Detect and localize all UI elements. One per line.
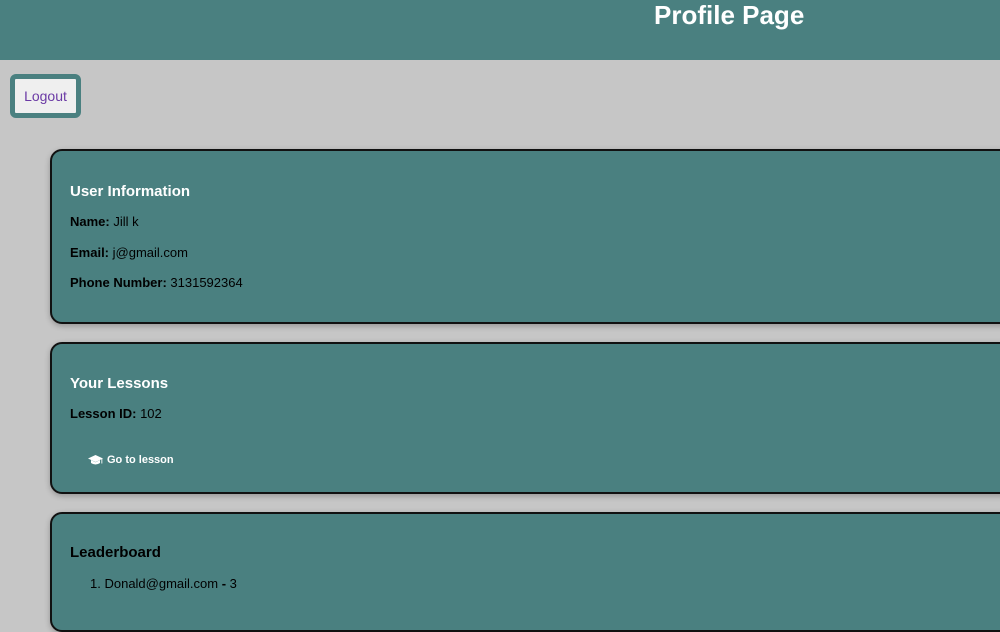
logout-label: Logout (24, 88, 67, 104)
lesson-id-value: 102 (136, 406, 162, 421)
email-label: Email: (70, 245, 110, 260)
lessons-title: Your Lessons (70, 375, 169, 392)
name-value: Jill k (109, 214, 139, 229)
leaderboard-title: Leaderboard (70, 544, 161, 561)
leaderboard-entry: 1. Donald@gmail.com - 3 (90, 576, 237, 591)
leaderboard-email: Donald@gmail.com (104, 576, 219, 591)
lessons-card: Your Lessons Lesson ID: 102 Go to lesson (50, 342, 1000, 494)
graduation-cap-icon (88, 454, 103, 466)
email-row: Email: j@gmail.com (70, 245, 188, 260)
email-value: j@gmail.com (109, 245, 188, 260)
user-info-title: User Information (70, 183, 191, 200)
go-to-lesson-label: Go to lesson (107, 454, 174, 466)
name-row: Name: Jill k (70, 214, 139, 229)
go-to-lesson-button[interactable]: Go to lesson (88, 454, 174, 466)
leaderboard-score: 3 (229, 576, 237, 591)
lesson-id-label: Lesson ID: (70, 406, 137, 421)
header-bar: Profile Page (0, 0, 1000, 60)
user-info-card: User Information Name: Jill k Email: j@g… (50, 149, 1000, 324)
lesson-id-row: Lesson ID: 102 (70, 406, 162, 421)
phone-value: 3131592364 (166, 275, 243, 290)
leaderboard-rank: 1. (90, 576, 101, 591)
logout-button[interactable]: Logout (10, 74, 81, 118)
page-title: Profile Page (654, 0, 805, 30)
leaderboard-sep: - (218, 576, 230, 591)
phone-label: Phone Number: (70, 275, 167, 290)
leaderboard-card: Leaderboard 1. Donald@gmail.com - 3 (50, 512, 1000, 632)
name-label: Name: (70, 214, 110, 229)
phone-row: Phone Number: 3131592364 (70, 275, 243, 290)
